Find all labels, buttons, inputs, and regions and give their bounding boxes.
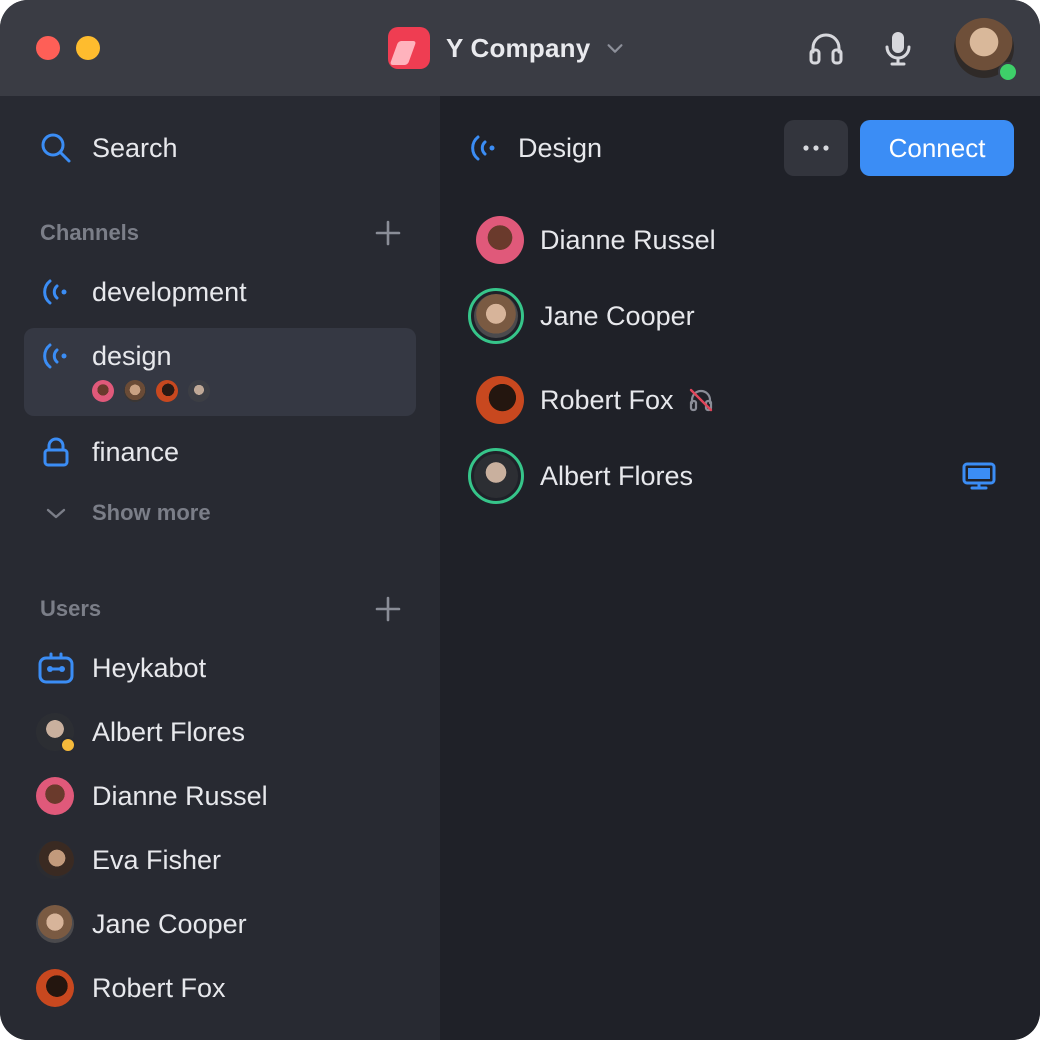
headphones-icon[interactable] [806, 28, 846, 68]
broadcast-icon [471, 135, 495, 161]
user-item-eva-fisher[interactable]: Eva Fisher [36, 841, 221, 879]
channel-panel: Design Connect Dianne Russel Jane Cooper… [440, 96, 1040, 1040]
avatar [476, 216, 524, 264]
speaking-ring [468, 288, 524, 344]
avatar [36, 905, 74, 943]
broadcast-icon [43, 343, 67, 369]
member-name: Jane Cooper [540, 300, 695, 331]
add-channel-icon[interactable] [375, 220, 401, 246]
user-label: Jane Cooper [92, 908, 247, 939]
add-user-icon[interactable] [375, 596, 401, 622]
member-row[interactable]: Albert Flores [468, 448, 1000, 504]
user-label: Heykabot [92, 652, 207, 683]
chevron-down-icon [607, 44, 623, 53]
avatar [124, 380, 146, 402]
online-status-dot [998, 62, 1018, 82]
connect-button[interactable]: Connect [860, 120, 1014, 176]
more-options-button[interactable] [784, 120, 848, 176]
channels-heading: Channels [40, 220, 140, 245]
avatar [474, 294, 518, 338]
user-item-heykabot[interactable]: Heykabot [38, 650, 206, 686]
chevron-down-icon [46, 508, 66, 519]
user-item-dianne-russel[interactable]: Dianne Russel [36, 777, 268, 815]
minimize-window-button[interactable] [76, 36, 100, 60]
channel-item-design-content: design [40, 340, 172, 372]
avatar [92, 380, 114, 402]
speaking-ring [468, 448, 524, 504]
show-more-button[interactable]: Show more [44, 500, 211, 526]
avatar [36, 841, 74, 879]
sidebar: Search Channels development design finan… [0, 96, 440, 1040]
channel-participants [92, 380, 220, 402]
user-item-jane-cooper[interactable]: Jane Cooper [36, 905, 247, 943]
user-item-albert-flores[interactable]: Albert Flores [36, 713, 246, 753]
channel-label: design [92, 340, 172, 371]
channel-item-development[interactable]: development [40, 276, 247, 308]
lock-icon [43, 437, 69, 467]
channel-label: development [92, 276, 247, 307]
member-name: Robert Fox [540, 384, 674, 415]
company-name: Y Company [446, 32, 591, 63]
more-dots-icon [803, 145, 829, 151]
search-button[interactable]: Search [40, 132, 178, 164]
member-row[interactable]: Dianne Russel [476, 216, 716, 264]
show-more-label: Show more [92, 500, 211, 525]
avatar [36, 969, 74, 1007]
user-label: Albert Flores [92, 716, 246, 747]
avatar [36, 777, 74, 815]
member-name: Albert Flores [540, 460, 694, 491]
avatar [36, 713, 76, 753]
user-label: Eva Fisher [92, 844, 222, 875]
channel-label: finance [92, 436, 180, 467]
company-switcher[interactable]: Y Company [388, 27, 626, 69]
search-icon [41, 133, 71, 163]
company-logo [388, 27, 430, 69]
channel-header: Design [468, 132, 602, 164]
member-row[interactable]: Robert Fox [476, 376, 714, 424]
avatar [188, 380, 210, 402]
bot-icon [38, 652, 74, 684]
avatar [474, 454, 518, 498]
user-item-robert-fox[interactable]: Robert Fox [36, 969, 226, 1007]
member-row[interactable]: Jane Cooper [468, 288, 695, 344]
screen-share-icon[interactable] [962, 462, 996, 490]
app-window: Y Company Search Channels development de… [0, 0, 1040, 1040]
title-bar: Y Company [0, 0, 1040, 96]
close-window-button[interactable] [36, 36, 60, 60]
broadcast-icon [43, 279, 67, 305]
user-label: Dianne Russel [92, 780, 268, 811]
users-heading: Users [40, 596, 102, 621]
avatar [156, 380, 178, 402]
member-name: Dianne Russel [540, 224, 716, 255]
avatar [476, 376, 524, 424]
channel-item-finance[interactable]: finance [40, 436, 179, 468]
channel-title: Design [518, 132, 603, 163]
search-label: Search [92, 132, 178, 163]
user-label: Robert Fox [92, 972, 226, 1003]
away-status-dot [60, 737, 76, 753]
headphones-muted-icon [689, 388, 712, 412]
microphone-icon[interactable] [878, 28, 918, 68]
